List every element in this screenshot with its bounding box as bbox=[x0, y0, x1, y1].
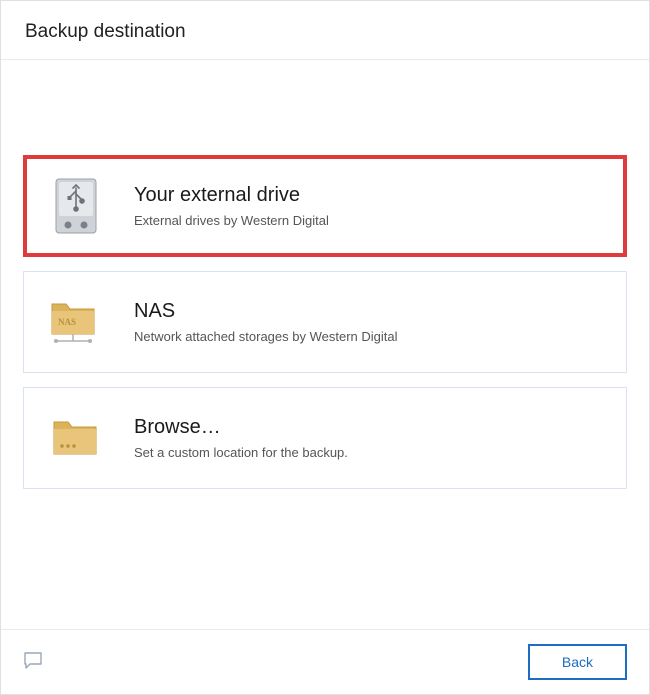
browse-folder-icon bbox=[48, 410, 104, 466]
option-browse[interactable]: Browse… Set a custom location for the ba… bbox=[23, 387, 627, 489]
main-content: Your external drive External drives by W… bbox=[1, 60, 649, 629]
footer: Back bbox=[1, 629, 649, 694]
chat-icon[interactable] bbox=[23, 651, 43, 674]
back-button[interactable]: Back bbox=[528, 644, 627, 680]
option-external-drive[interactable]: Your external drive External drives by W… bbox=[23, 155, 627, 257]
option-subtitle: Network attached storages by Western Dig… bbox=[134, 329, 602, 344]
option-text: NAS Network attached storages by Western… bbox=[134, 300, 602, 344]
option-title: Browse… bbox=[134, 416, 602, 439]
option-title: NAS bbox=[134, 300, 602, 323]
option-title: Your external drive bbox=[134, 184, 602, 207]
page-title: Backup destination bbox=[25, 21, 625, 43]
option-nas[interactable]: NAS NAS Network attached storages by Wes… bbox=[23, 271, 627, 373]
option-subtitle: Set a custom location for the backup. bbox=[134, 445, 602, 460]
option-subtitle: External drives by Western Digital bbox=[134, 213, 602, 228]
external-drive-icon bbox=[48, 178, 104, 234]
nas-folder-icon: NAS bbox=[48, 294, 104, 350]
option-text: Your external drive External drives by W… bbox=[134, 184, 602, 228]
option-text: Browse… Set a custom location for the ba… bbox=[134, 416, 602, 460]
svg-text:NAS: NAS bbox=[58, 317, 76, 327]
header: Backup destination bbox=[1, 1, 649, 60]
